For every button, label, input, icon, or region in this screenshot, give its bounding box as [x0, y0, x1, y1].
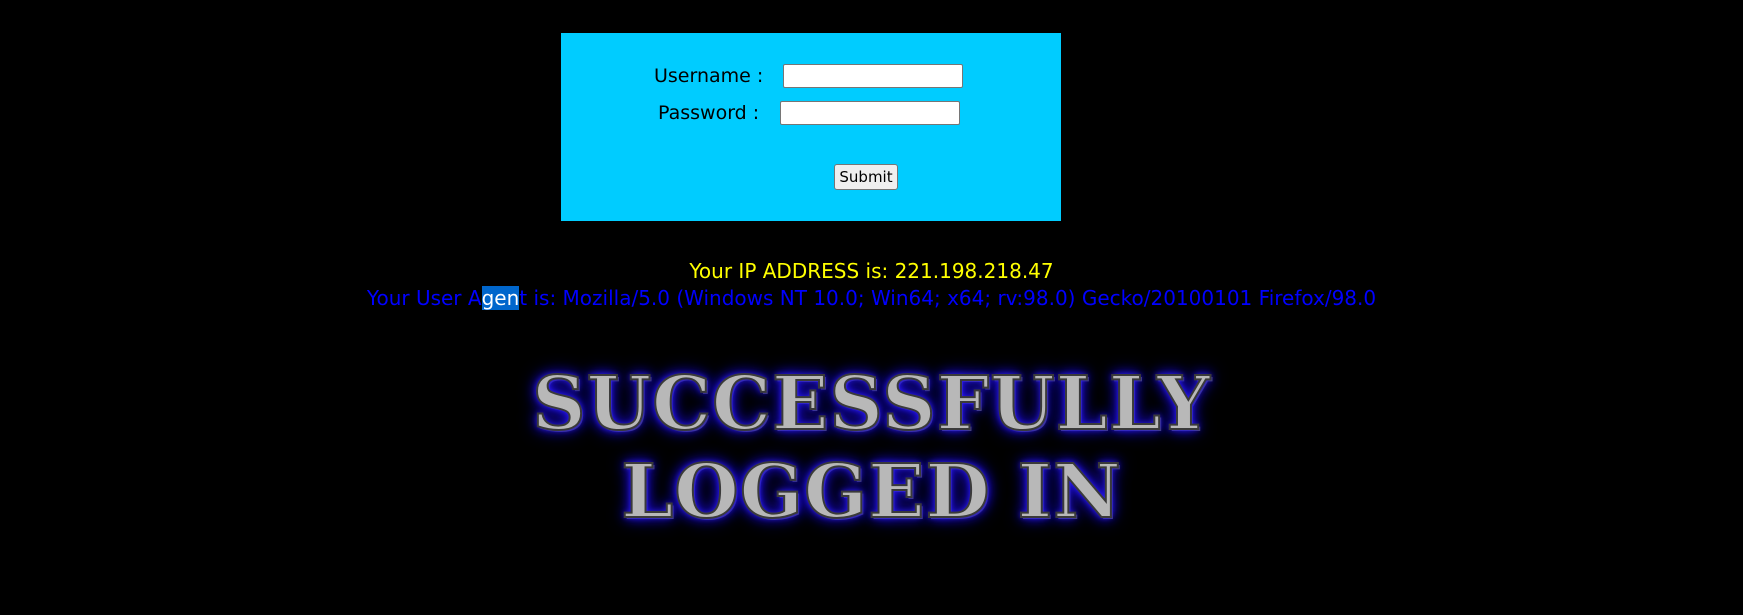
user-agent-text: Your User Agent is: Mozilla/5.0 (Windows…: [0, 286, 1743, 310]
submit-button[interactable]: Submit: [834, 164, 898, 190]
login-form: Username : Password : Submit: [561, 33, 1061, 221]
password-label: Password :: [658, 102, 760, 124]
user-agent-text-end: t is: Mozilla/5.0 (Windows NT 10.0; Win6…: [519, 286, 1377, 310]
username-input[interactable]: [783, 64, 963, 88]
password-input[interactable]: [780, 101, 960, 125]
username-label: Username :: [654, 65, 764, 87]
success-banner-line-2: LOGGED IN: [620, 448, 1122, 536]
success-banner-line-1: SUCCESSFULLY: [531, 360, 1211, 448]
user-agent-text-start: Your User A: [366, 286, 482, 310]
page: Username : Password : Submit Your IP ADD…: [0, 0, 1743, 615]
success-banner: SUCCESSFULLY LOGGED IN: [0, 360, 1743, 536]
ip-address-text: Your IP ADDRESS is: 221.198.218.47: [689, 259, 1054, 283]
selected-text: gen: [481, 286, 520, 310]
